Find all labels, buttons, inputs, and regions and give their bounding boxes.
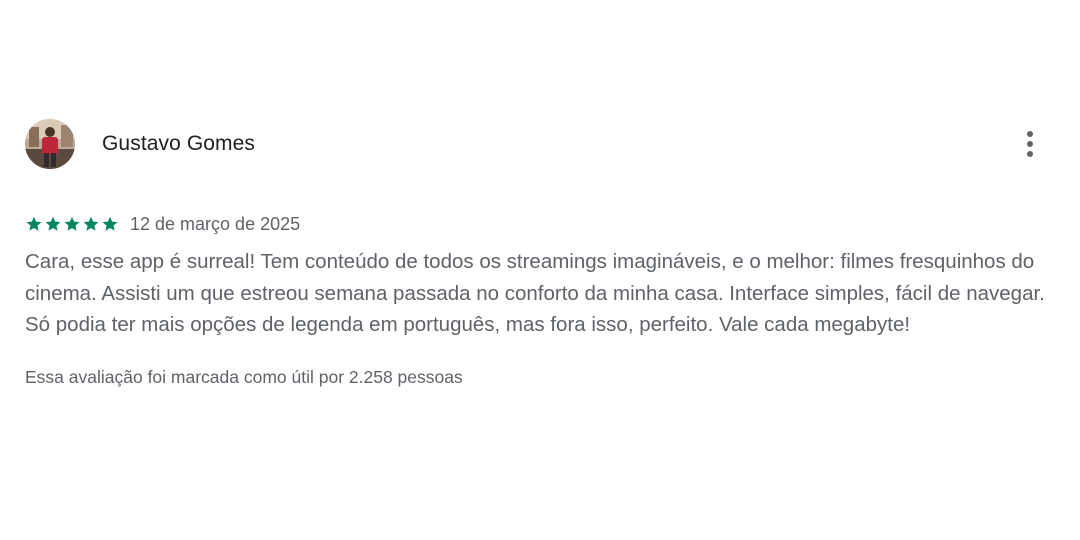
star-rating [25, 215, 119, 233]
more-options-button[interactable] [1014, 128, 1046, 160]
author-name: Gustavo Gomes [102, 132, 256, 155]
rating-row: 12 de março de 2025 [25, 212, 1070, 236]
star-icon [44, 215, 62, 233]
user-photo-avatar [25, 119, 75, 169]
more-vertical-icon [1027, 131, 1033, 157]
star-icon [63, 215, 81, 233]
review-card: Gustavo Gomes 12 de março de 2025 Cara, … [25, 118, 1070, 388]
avatar [25, 119, 75, 169]
star-icon [25, 215, 43, 233]
star-icon [101, 215, 119, 233]
review-header: Gustavo Gomes [25, 118, 1070, 170]
star-icon [82, 215, 100, 233]
review-date: 12 de março de 2025 [130, 213, 301, 234]
review-text: Cara, esse app é surreal! Tem conteúdo d… [25, 250, 1045, 336]
helpful-count: Essa avaliação foi marcada como útil por… [25, 366, 463, 387]
